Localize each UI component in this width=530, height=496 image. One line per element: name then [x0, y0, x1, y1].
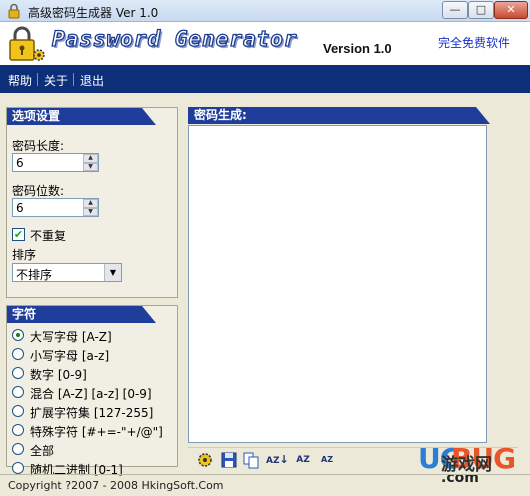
no-repeat-checkbox[interactable]: ✔	[12, 228, 25, 241]
password-count-input[interactable]	[13, 199, 84, 216]
freeware-link[interactable]: 完全免费软件	[438, 34, 510, 51]
window-title: 高级密码生成器 Ver 1.0	[28, 6, 159, 20]
password-output-area[interactable]	[188, 125, 487, 443]
password-length-label: 密码长度:	[12, 139, 65, 153]
lock-gear-logo-icon	[9, 26, 45, 61]
title-bar: 高级密码生成器 Ver 1.0 — □ ✕	[0, 0, 530, 22]
password-count-spinner[interactable]: ▲ ▼	[12, 198, 99, 217]
radio-button[interactable]	[12, 405, 24, 417]
sort-selected-value: 不排序	[16, 268, 53, 282]
password-length-spinner[interactable]: ▲ ▼	[12, 153, 99, 172]
sort-az-icon[interactable]: AZ↓	[266, 451, 289, 469]
banner: Password Generator Version 1.0 完全免费软件	[0, 22, 530, 65]
spin-down-icon[interactable]: ▼	[83, 162, 98, 171]
menu-bar: 帮助 关于 退出	[0, 65, 530, 93]
charset-option-label: 大写字母 [A-Z]	[30, 330, 112, 344]
charset-radio-group: 大写字母 [A-Z] 小写字母 [a-z] 数字 [0-9] 混合 [A-Z] [a-…	[8, 327, 176, 477]
radio-button[interactable]	[12, 367, 24, 379]
spin-up-icon[interactable]: ▲	[83, 199, 98, 208]
charset-option-label: 数字 [0-9]	[30, 368, 87, 382]
password-count-label: 密码位数:	[12, 184, 65, 198]
sort-za-icon[interactable]: AZ	[292, 451, 314, 469]
save-icon[interactable]	[220, 451, 238, 469]
sort-label: 排序	[12, 248, 37, 262]
copyright-text: Copyright ?2007 - 2008 HkingSoft.Com	[8, 479, 224, 492]
radio-button[interactable]	[12, 443, 24, 455]
close-button[interactable]: ✕	[494, 1, 528, 19]
radio-button[interactable]	[12, 348, 24, 360]
menu-separator	[37, 73, 38, 86]
output-header: 密码生成:	[188, 107, 490, 124]
status-bar: Copyright ?2007 - 2008 HkingSoft.Com	[0, 474, 530, 496]
spin-down-icon[interactable]: ▼	[83, 207, 98, 216]
chevron-down-icon[interactable]: ▼	[104, 264, 121, 281]
options-header: 选项设置	[7, 108, 156, 125]
menu-help[interactable]: 帮助	[8, 72, 32, 89]
charset-option-label: 混合 [A-Z] [a-z] [0-9]	[30, 387, 152, 401]
copy-icon[interactable]	[242, 451, 260, 469]
app-lock-icon	[8, 3, 20, 19]
radio-button[interactable]	[12, 386, 24, 398]
menu-about[interactable]: 关于	[44, 72, 68, 89]
minimize-button[interactable]: —	[442, 1, 468, 19]
radio-button[interactable]	[12, 329, 24, 341]
password-length-input[interactable]	[13, 154, 84, 171]
charset-option-label: 扩展字符集 [127-255]	[30, 406, 154, 420]
version-label: Version 1.0	[323, 41, 392, 56]
charset-option-label: 全部	[30, 444, 55, 458]
charset-header: 字符	[7, 306, 156, 323]
sort-small-icon[interactable]: AZ	[316, 451, 338, 469]
menu-exit[interactable]: 退出	[80, 72, 104, 89]
radio-button[interactable]	[12, 462, 24, 474]
charset-option-label: 特殊字符 [#+=-"+/@"]	[30, 425, 163, 439]
menu-separator	[73, 73, 74, 86]
gear-icon[interactable]	[196, 451, 214, 469]
spin-up-icon[interactable]: ▲	[83, 154, 98, 163]
no-repeat-label: 不重复	[30, 229, 67, 243]
sort-select[interactable]: 不排序 ▼	[12, 263, 122, 282]
brand-wordmark: Password Generator	[51, 26, 298, 51]
radio-button[interactable]	[12, 424, 24, 436]
maximize-button[interactable]: □	[468, 1, 494, 19]
charset-option-label: 小写字母 [a-z]	[30, 349, 110, 363]
